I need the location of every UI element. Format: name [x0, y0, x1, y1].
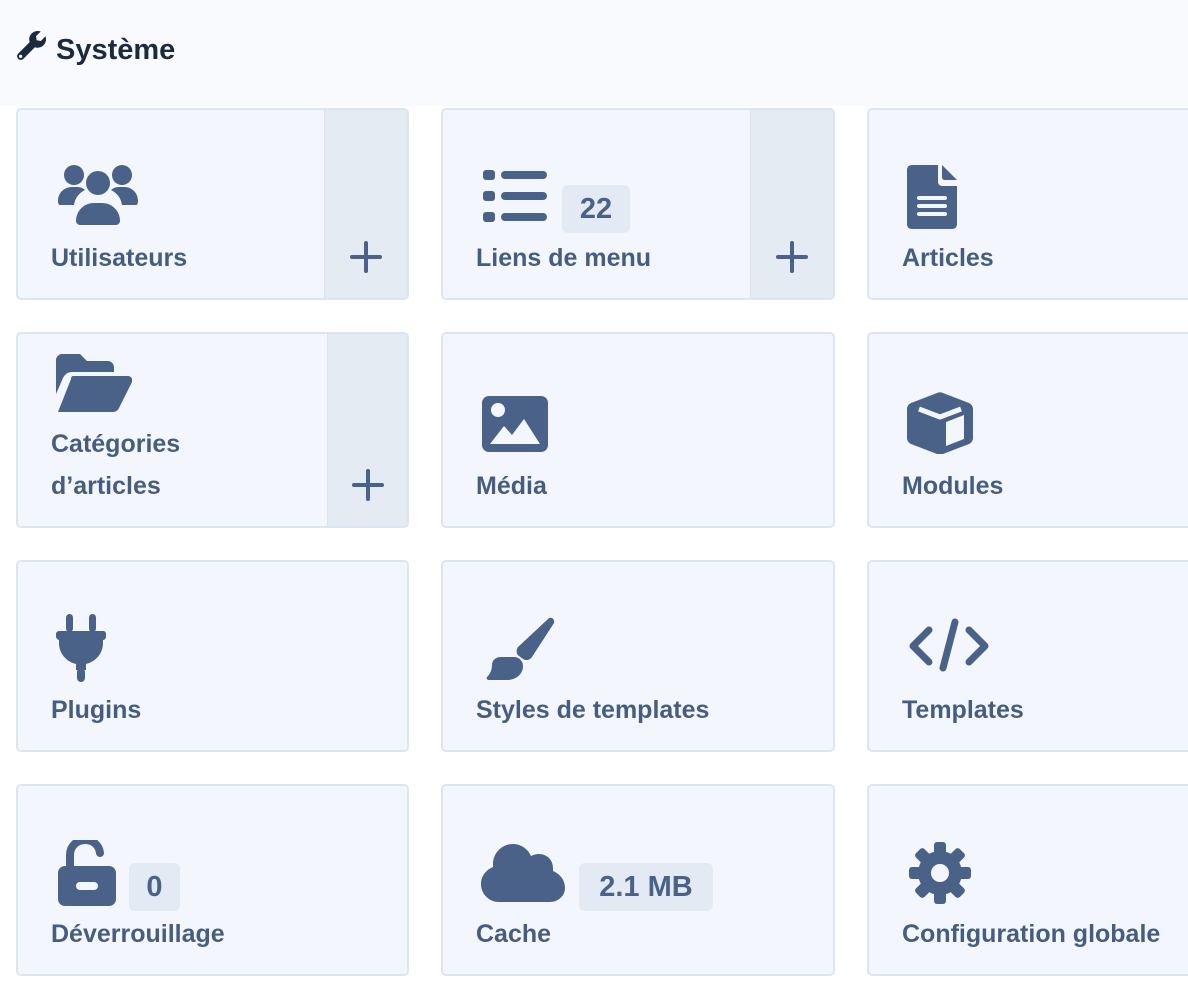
cloud-icon [481, 844, 565, 902]
folder-open-icon [56, 354, 132, 412]
card-media[interactable]: Média [441, 332, 835, 528]
header: Système [0, 0, 1188, 106]
card-label: Plugins [51, 696, 142, 724]
image-icon [482, 396, 548, 452]
add-menu-link-button[interactable] [750, 110, 833, 298]
card-label: Média [476, 472, 547, 500]
card-template-styles[interactable]: Styles de templates [441, 560, 835, 752]
wrench-icon [16, 30, 48, 70]
card-label: Templates [902, 696, 1024, 724]
card-label: Utilisateurs [51, 244, 188, 272]
code-icon [907, 618, 991, 672]
card-label: Configuration globale [902, 920, 1161, 948]
list-icon [483, 170, 547, 224]
card-label-line1: Catégories [51, 430, 181, 458]
gear-icon [909, 842, 971, 904]
card-label: Cache [476, 920, 552, 948]
add-user-button[interactable] [324, 110, 407, 298]
unlock-icon [56, 840, 116, 906]
card-label: Modules [902, 472, 1004, 500]
card-users: Utilisateurs [16, 108, 409, 300]
card-unlock[interactable]: 0 Déverrouillage [16, 784, 409, 976]
cube-icon [907, 392, 973, 454]
card-label: Styles de templates [476, 696, 710, 724]
add-category-button[interactable] [327, 334, 407, 526]
page-title-text: Système [56, 33, 176, 66]
card-menu-links-link[interactable]: 22 Liens de menu [443, 110, 751, 298]
page-title: Système [16, 30, 175, 70]
card-templates[interactable]: Templates [867, 560, 1188, 752]
menu-links-count-badge: 22 [562, 185, 630, 233]
card-cache[interactable]: 2.1 MB Cache [441, 784, 835, 976]
card-label: Déverrouillage [51, 920, 225, 948]
paint-brush-icon [486, 617, 556, 683]
card-categories: Catégories d’articles [16, 332, 409, 528]
file-icon [907, 165, 957, 229]
unlock-count-badge: 0 [129, 863, 180, 911]
card-users-link[interactable]: Utilisateurs [18, 110, 325, 298]
users-icon [57, 164, 139, 230]
card-modules[interactable]: Modules [867, 332, 1188, 528]
card-menu-links: 22 Liens de menu [441, 108, 835, 300]
card-label: Liens de menu [476, 244, 652, 272]
card-label: Articles [902, 244, 994, 272]
card-articles[interactable]: Articles [867, 108, 1188, 300]
card-plugins[interactable]: Plugins [16, 560, 409, 752]
card-global-config[interactable]: Configuration globale [867, 784, 1188, 976]
card-label-line2: d’articles [51, 472, 161, 500]
plug-icon [56, 614, 106, 682]
cache-size-badge: 2.1 MB [579, 863, 713, 911]
card-categories-link[interactable]: Catégories d’articles [18, 334, 328, 526]
